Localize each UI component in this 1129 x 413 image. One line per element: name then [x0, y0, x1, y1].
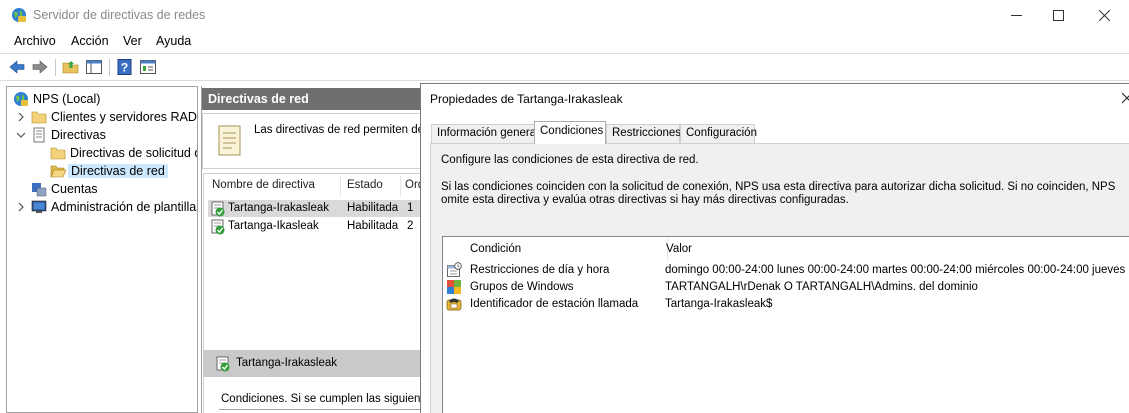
scroll-icon [218, 125, 241, 156]
title-bar: Servidor de directivas de redes [0, 0, 1129, 31]
forward-arrow-icon[interactable] [31, 58, 49, 76]
minimize-button[interactable] [993, 0, 1039, 31]
folder-icon [31, 111, 47, 124]
close-button[interactable] [1081, 0, 1127, 31]
window-title: Servidor de directivas de redes [33, 8, 206, 22]
dialog-title: Propiedades de Tartanga-Irakasleak [430, 92, 623, 106]
condition-row[interactable]: Grupos de Windows TARTANGALH\rDenak O TA… [446, 279, 1129, 296]
tab-restricciones[interactable]: Restricciones [606, 124, 681, 143]
menu-ver[interactable]: Ver [123, 34, 142, 48]
tree-item-radius-clients[interactable]: Clientes y servidores RADIUS [31, 108, 197, 126]
column-nombre[interactable]: Nombre de directiva [212, 179, 315, 191]
folder-icon [50, 147, 66, 160]
panel-header: Directivas de red [202, 88, 423, 110]
detail-conditions-text: Condiciones. Si se cumplen las siguiente… [221, 393, 423, 405]
tree-item-cuentas[interactable]: Cuentas [31, 180, 197, 198]
up-folder-icon[interactable] [62, 58, 80, 76]
properties-icon[interactable] [139, 58, 157, 76]
policy-row[interactable]: Tartanga-Ikasleak Habilitada 2 [208, 218, 423, 235]
tree-item-network-policies[interactable]: Directivas de red [50, 162, 197, 180]
detail-header: Tartanga-Irakasleak [203, 350, 423, 377]
policy-list: Nombre de directiva Estado Orden Tartang… [203, 173, 423, 413]
policy-enabled-icon [211, 201, 225, 217]
group-icon [447, 280, 461, 294]
policy-row[interactable]: Tartanga-Irakasleak Habilitada 1 [208, 200, 423, 217]
chevron-down-icon[interactable] [16, 130, 26, 140]
tree-item-directivas[interactable]: Directivas [31, 126, 197, 144]
column-condicion[interactable]: Condición [470, 243, 521, 255]
maximize-icon [1053, 10, 1064, 21]
menu-ayuda[interactable]: Ayuda [156, 34, 191, 48]
tab-condiciones[interactable]: Condiciones [534, 121, 606, 144]
conditions-tab-content: Configure las condiciones de esta direct… [430, 143, 1129, 413]
policy-enabled-icon [216, 356, 230, 372]
back-arrow-icon[interactable] [8, 58, 26, 76]
console-tree: NPS (Local) Clientes y servidores RADIUS… [6, 86, 198, 413]
tab-informacion-general[interactable]: Información general [431, 124, 539, 143]
menu-bar: Archivo Acción Ver Ayuda [0, 31, 1129, 52]
close-icon[interactable] [1121, 92, 1129, 104]
condition-row[interactable]: Identificador de estación llamada Tartan… [446, 296, 1129, 313]
folder-open-icon [50, 165, 66, 178]
chevron-right-icon[interactable] [16, 202, 26, 212]
network-policies-panel: Directivas de red Las directivas de red … [201, 86, 423, 413]
conditions-table: Condición Valor Restricciones de día y h… [442, 236, 1129, 413]
policy-enabled-icon [211, 219, 225, 235]
intro-text: Configure las condiciones de esta direct… [441, 154, 699, 166]
tree-item-template-management[interactable]: Administración de plantillas [31, 198, 197, 216]
chevron-right-icon[interactable] [16, 112, 26, 122]
info-text: Las directivas de red permiten designar [254, 124, 423, 136]
toolbar: ? [0, 53, 1129, 81]
properties-dialog: Propiedades de Tartanga-Irakasleak Infor… [420, 83, 1129, 413]
tree-item-connection-request-policies[interactable]: Directivas de solicitud de conexión [50, 144, 197, 162]
calendar-icon [447, 262, 462, 277]
column-estado[interactable]: Estado [347, 179, 383, 191]
close-icon [1099, 10, 1110, 21]
detail-title: Tartanga-Irakasleak [236, 357, 337, 369]
column-valor[interactable]: Valor [666, 243, 692, 255]
tab-configuracion[interactable]: Configuración [680, 124, 757, 143]
globe-icon [12, 8, 26, 22]
maximize-button[interactable] [1035, 0, 1081, 31]
info-box: Las directivas de red permiten designar [202, 113, 423, 169]
globe-icon [14, 92, 28, 106]
show-tree-icon[interactable] [85, 58, 103, 76]
description-text: Si las condiciones coinciden con la soli… [441, 181, 1116, 206]
monitor-icon [31, 200, 47, 213]
condition-row[interactable]: Restricciones de día y hora domingo 00:0… [446, 262, 1129, 279]
svg-text:?: ? [121, 61, 128, 75]
phone-icon [446, 298, 462, 311]
minimize-icon [1011, 15, 1022, 16]
help-icon[interactable]: ? [116, 58, 134, 76]
menu-accion[interactable]: Acción [71, 34, 109, 48]
tree-item-nps-local[interactable]: NPS (Local) [13, 90, 197, 108]
menu-archivo[interactable]: Archivo [14, 34, 56, 48]
accounts-icon [32, 183, 47, 197]
document-icon [33, 127, 45, 143]
